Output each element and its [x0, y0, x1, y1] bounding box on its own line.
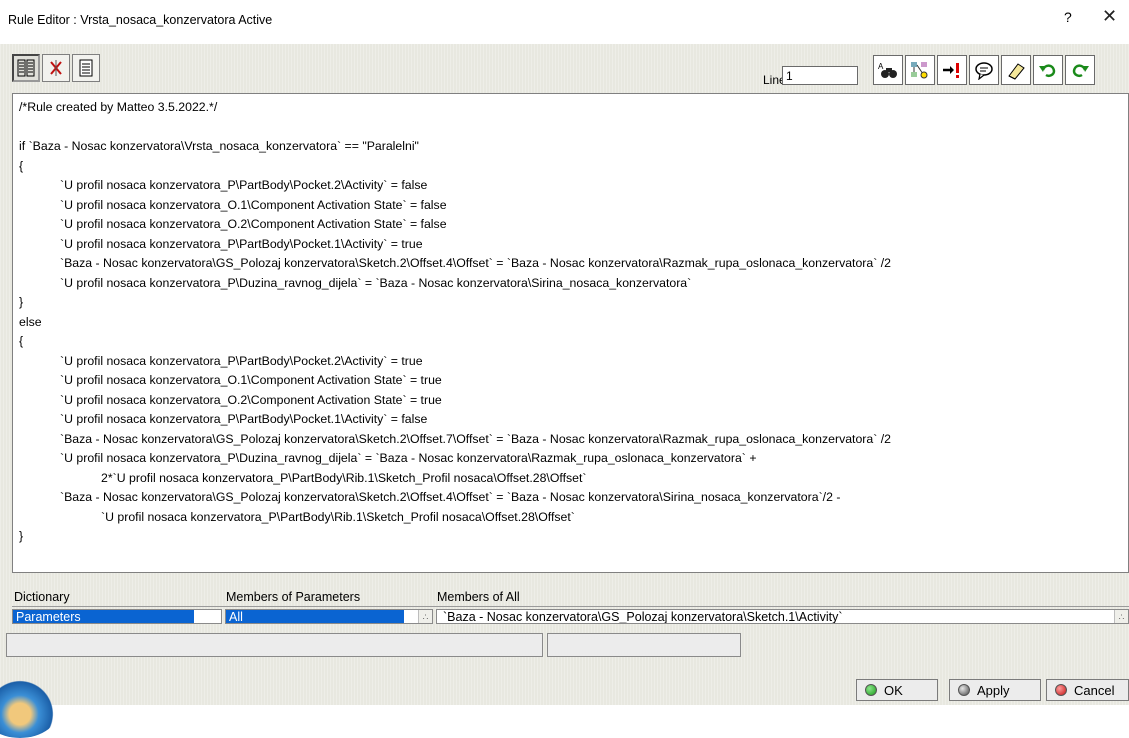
ok-label: OK: [884, 682, 903, 698]
dictionary-list[interactable]: Parameters: [12, 609, 222, 624]
redo-icon[interactable]: [1065, 55, 1095, 85]
scroll-arrow-icon[interactable]: ∴: [1114, 610, 1128, 623]
ok-button[interactable]: OK: [856, 679, 938, 701]
cancel-x-icon[interactable]: [42, 54, 70, 82]
rule-code-editor[interactable]: /*Rule created by Matteo 3.5.2022.*/ if …: [12, 93, 1129, 573]
window-title: Rule Editor : Vrsta_nosaca_konzervatora …: [8, 13, 273, 27]
left-toolbar: [12, 54, 100, 85]
value-field: [6, 633, 543, 657]
svg-text:A: A: [878, 62, 884, 71]
find-binoculars-icon[interactable]: A: [873, 55, 903, 85]
help-button[interactable]: ?: [1064, 9, 1072, 25]
list-item-member[interactable]: `Baza - Nosac konzervatora\GS_Polozaj ko…: [437, 610, 1128, 623]
close-button[interactable]: ✕: [1102, 6, 1117, 27]
right-toolbar: A: [873, 55, 1095, 85]
scroll-arrow-icon[interactable]: ∴: [418, 610, 432, 623]
go-to-error-icon[interactable]: [937, 55, 967, 85]
apply-label: Apply: [977, 682, 1010, 698]
rule-variables-icon[interactable]: [12, 54, 40, 82]
ok-status-icon: [865, 684, 877, 696]
list-item-parameters[interactable]: Parameters: [13, 610, 194, 623]
list-item-all[interactable]: All: [226, 610, 404, 623]
dictionary-header: Dictionary: [14, 590, 70, 604]
eraser-icon[interactable]: [1001, 55, 1031, 85]
title-bar: Rule Editor : Vrsta_nosaca_konzervatora …: [0, 0, 1129, 44]
rule-code-text[interactable]: /*Rule created by Matteo 3.5.2022.*/ if …: [13, 94, 1128, 547]
cancel-button[interactable]: Cancel: [1046, 679, 1129, 701]
apply-button[interactable]: Apply: [949, 679, 1041, 701]
cancel-label: Cancel: [1074, 682, 1115, 698]
type-field: [547, 633, 741, 657]
header-divider: [12, 606, 1129, 607]
members-of-parameters-header: Members of Parameters: [226, 590, 361, 604]
cancel-status-icon: [1055, 684, 1067, 696]
members-of-all-list[interactable]: `Baza - Nosac konzervatora\GS_Polozaj ko…: [436, 609, 1129, 624]
comment-icon[interactable]: [969, 55, 999, 85]
undo-icon[interactable]: [1033, 55, 1063, 85]
apply-status-icon: [958, 684, 970, 696]
line-number-input[interactable]: 1: [782, 66, 858, 85]
members-of-all-header: Members of All: [437, 590, 520, 604]
text-view-icon[interactable]: [72, 54, 100, 82]
members-of-parameters-list[interactable]: All ∴: [225, 609, 433, 624]
object-browser-icon[interactable]: [905, 55, 935, 85]
